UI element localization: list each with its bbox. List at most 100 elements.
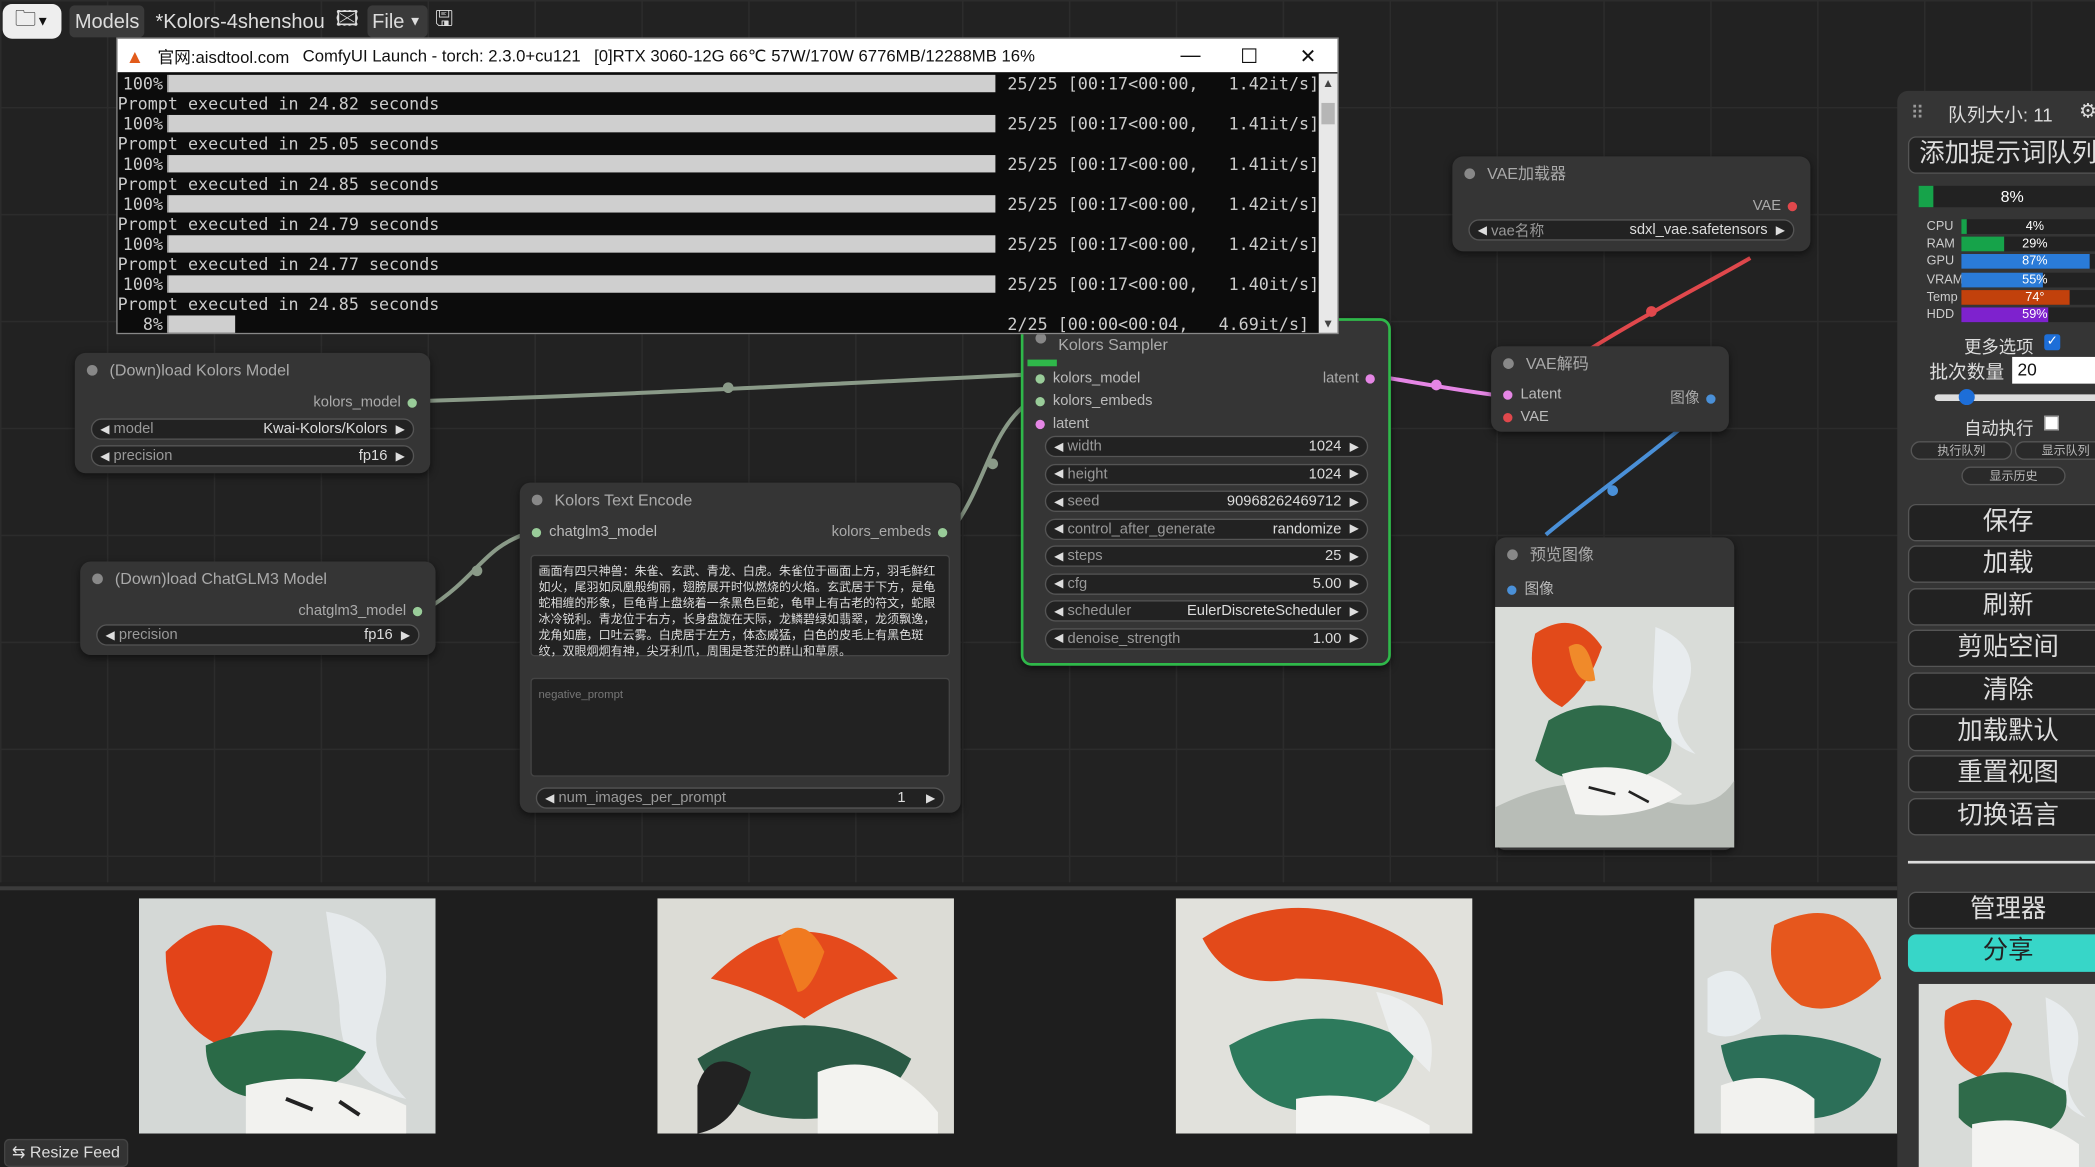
- widget-steps[interactable]: ◀ steps 25 ▶: [1044, 545, 1369, 567]
- image-icon[interactable]: 🖾: [336, 3, 359, 39]
- arrow-left-icon[interactable]: ◀: [1054, 467, 1063, 482]
- widget-height[interactable]: ◀ height 1024 ▶: [1044, 463, 1369, 485]
- slot-dot[interactable]: [531, 527, 542, 537]
- slot-dot[interactable]: [937, 527, 948, 537]
- widget-width[interactable]: ◀ width 1024 ▶: [1044, 435, 1369, 458]
- arrow-left-icon[interactable]: ◀: [100, 448, 109, 463]
- node-vae-decode[interactable]: VAE解码 Latent VAE 图像: [1491, 346, 1729, 432]
- feed-image[interactable]: [138, 898, 436, 1134]
- sidebar-button-3[interactable]: 剪贴空间: [1907, 629, 2095, 668]
- arrow-right-icon[interactable]: ▶: [1350, 604, 1359, 619]
- arrow-left-icon[interactable]: ◀: [1054, 521, 1063, 536]
- scroll-down-icon[interactable]: ▼: [1319, 317, 1338, 330]
- slot-dot[interactable]: [1706, 393, 1716, 404]
- maximize-icon[interactable]: ☐: [1220, 43, 1279, 68]
- input-slot[interactable]: kolors_embeds: [1035, 393, 1153, 409]
- scroll-thumb[interactable]: [1321, 102, 1335, 125]
- sidebar-button-1[interactable]: 加载: [1907, 545, 2095, 584]
- prompt-textarea[interactable]: 画面有四只神兽：朱雀、玄武、青龙、白虎。朱雀位于画面上方，羽毛鲜红如火，尾羽如凤…: [530, 554, 950, 658]
- arrow-left-icon[interactable]: ◀: [1054, 439, 1063, 454]
- arrow-right-icon[interactable]: ▶: [926, 791, 935, 806]
- output-slot[interactable]: chatglm3_model: [298, 603, 423, 619]
- input-slot[interactable]: VAE: [1503, 409, 1549, 425]
- slot-dot[interactable]: [412, 606, 423, 616]
- input-slot[interactable]: latent: [1035, 416, 1089, 432]
- widget-control-after-generate[interactable]: ◀ control_after_generate randomize ▶: [1044, 517, 1369, 540]
- arrow-right-icon[interactable]: ▶: [1776, 223, 1785, 238]
- widget-scheduler[interactable]: ◀ scheduler EulerDiscreteScheduler ▶: [1044, 600, 1369, 622]
- slot-dot[interactable]: [1035, 396, 1045, 406]
- arrow-left-icon[interactable]: ◀: [100, 422, 109, 437]
- input-slot[interactable]: chatglm3_model: [531, 524, 657, 540]
- arrow-left-icon[interactable]: ◀: [1054, 576, 1063, 591]
- output-slot[interactable]: 图像: [1670, 386, 1716, 407]
- close-icon[interactable]: ✕: [1279, 43, 1338, 68]
- node-kolors-sampler[interactable]: Kolors Sampler kolors_model kolors_embed…: [1020, 318, 1391, 666]
- input-slot[interactable]: kolors_model: [1035, 370, 1140, 386]
- node-load-kolors[interactable]: (Down)load Kolors Model kolors_model ◀ m…: [74, 352, 431, 474]
- feed-image[interactable]: [657, 898, 954, 1134]
- output-slot[interactable]: VAE: [1753, 198, 1798, 214]
- arrow-left-icon[interactable]: ◀: [106, 628, 115, 643]
- output-slot[interactable]: kolors_embeds: [832, 524, 948, 540]
- slot-dot[interactable]: [1503, 412, 1513, 422]
- slot-dot[interactable]: [1365, 373, 1375, 384]
- more-options-checkbox[interactable]: ✓: [2044, 334, 2061, 351]
- slot-dot[interactable]: [1503, 389, 1513, 400]
- preview-output-image[interactable]: [1495, 606, 1735, 848]
- exec-queue-button[interactable]: 执行队列: [1910, 441, 2013, 460]
- node-load-chatglm[interactable]: (Down)load ChatGLM3 Model chatglm3_model…: [80, 561, 436, 656]
- widget-cfg[interactable]: ◀ cfg 5.00 ▶: [1044, 572, 1369, 595]
- input-slot[interactable]: Latent: [1503, 386, 1561, 402]
- arrow-right-icon[interactable]: ▶: [396, 448, 405, 463]
- batch-slider-thumb[interactable]: [1958, 389, 1975, 406]
- slot-dot[interactable]: [1035, 419, 1045, 429]
- arrow-left-icon[interactable]: ◀: [1054, 631, 1063, 646]
- input-slot[interactable]: 图像: [1507, 577, 1554, 598]
- arrow-left-icon[interactable]: ◀: [1478, 223, 1487, 238]
- slot-dot[interactable]: [1787, 201, 1798, 211]
- image-feed[interactable]: [0, 886, 1898, 1167]
- negative-prompt-textarea[interactable]: negative_prompt: [530, 677, 950, 777]
- widget-num-images[interactable]: ◀ num_images_per_prompt 1 ▶: [535, 787, 945, 809]
- sidebar-button-6[interactable]: 重置视图: [1907, 755, 2095, 794]
- node-text-encode[interactable]: Kolors Text Encode chatglm3_model kolors…: [519, 482, 961, 813]
- node-preview-image[interactable]: 预览图像 图像: [1495, 537, 1735, 851]
- sidebar-button-7[interactable]: 切换语言: [1907, 797, 2095, 836]
- minimize-icon[interactable]: —: [1161, 43, 1220, 67]
- arrow-left-icon[interactable]: ◀: [545, 791, 554, 806]
- arrow-right-icon[interactable]: ▶: [401, 628, 410, 643]
- output-slot[interactable]: kolors_model: [313, 394, 417, 410]
- widget-vae-name[interactable]: ◀ vae名称 sdxl_vae.safetensors ▶: [1468, 219, 1795, 241]
- arrow-right-icon[interactable]: ▶: [1350, 631, 1359, 646]
- arrow-right-icon[interactable]: ▶: [1350, 439, 1359, 454]
- show-history-button[interactable]: 显示历史: [1961, 466, 2066, 486]
- arrow-right-icon[interactable]: ▶: [1350, 549, 1359, 564]
- feed-image[interactable]: [1694, 898, 1898, 1134]
- arrow-left-icon[interactable]: ◀: [1054, 494, 1063, 509]
- scroll-up-icon[interactable]: ▲: [1319, 76, 1338, 89]
- arrow-right-icon[interactable]: ▶: [396, 422, 405, 437]
- arrow-right-icon[interactable]: ▶: [1350, 576, 1359, 591]
- widget-precision[interactable]: ◀ precision fp16 ▶: [96, 624, 420, 646]
- sidebar-button-0[interactable]: 保存: [1907, 503, 2095, 542]
- save-icon[interactable]: 🖫: [435, 3, 453, 39]
- arrow-right-icon[interactable]: ▶: [1350, 467, 1359, 482]
- arrow-left-icon[interactable]: ◀: [1054, 604, 1063, 619]
- sidebar-button-2[interactable]: 刷新: [1907, 587, 2095, 626]
- show-queue-button[interactable]: 显示队列: [2014, 441, 2095, 460]
- node-vae-loader[interactable]: VAE加载器 VAE ◀ vae名称 sdxl_vae.safetensors ▶: [1452, 156, 1811, 252]
- slot-dot[interactable]: [1507, 584, 1517, 595]
- slot-dot[interactable]: [407, 397, 417, 408]
- file-menu-button[interactable]: File ▼: [366, 5, 428, 38]
- slot-dot[interactable]: [1035, 373, 1045, 384]
- workflow-folder-button[interactable]: 🗀 ▼: [2, 4, 62, 39]
- sidebar-preview-image[interactable]: [1918, 983, 2095, 1167]
- widget-denoise-strength[interactable]: ◀ denoise_strength 1.00 ▶: [1044, 627, 1369, 650]
- batch-count-input[interactable]: 20: [2012, 356, 2095, 384]
- add-prompt-queue-button[interactable]: 添加提示词队列: [1907, 136, 2095, 174]
- feed-image[interactable]: [1175, 898, 1473, 1134]
- widget-precision[interactable]: ◀ precision fp16 ▶: [90, 445, 415, 467]
- gear-icon[interactable]: ⚙: [2079, 99, 2095, 123]
- widget-model[interactable]: ◀ model Kwai-Kolors/Kolors ▶: [90, 418, 415, 440]
